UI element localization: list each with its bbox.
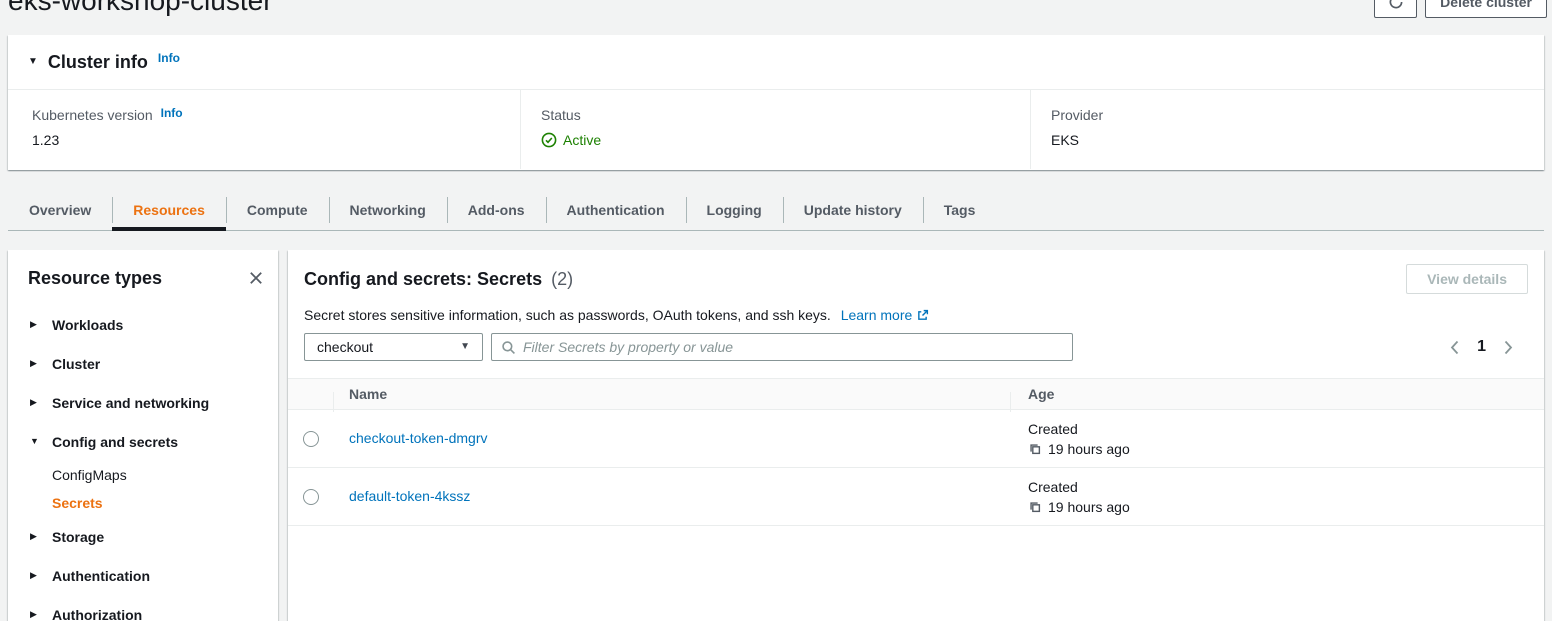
sidebar-item-secrets[interactable]: Secrets xyxy=(8,489,278,517)
secrets-panel: Config and secrets: Secrets (2) View det… xyxy=(288,250,1544,621)
cluster-info-card: ▼ Cluster info Info Kubernetes version I… xyxy=(8,35,1544,170)
kubernetes-version-value: 1.23 xyxy=(32,131,520,149)
tab-resources[interactable]: Resources xyxy=(112,190,226,230)
caret-right-icon: ▶ xyxy=(30,571,40,580)
resource-types-title: Resource types xyxy=(28,268,162,288)
search-icon xyxy=(501,340,516,355)
provider-field: Provider EKS xyxy=(1030,90,1544,169)
search-input[interactable] xyxy=(523,339,1063,355)
tab-compute[interactable]: Compute xyxy=(226,190,329,230)
close-icon xyxy=(248,270,264,286)
resource-types-panel: Resource types ▶ Workloads ▶ Cluster ▶ S… xyxy=(8,250,278,621)
kubernetes-version-field: Kubernetes version Info 1.23 xyxy=(8,90,520,169)
column-header-name[interactable]: Name xyxy=(333,386,1010,402)
tab-add-ons[interactable]: Add-ons xyxy=(447,190,546,230)
caret-down-icon: ▼ xyxy=(30,437,40,446)
sidebar-item-storage[interactable]: ▶ Storage xyxy=(8,517,278,556)
caret-right-icon: ▶ xyxy=(30,532,40,541)
next-page-button[interactable] xyxy=(1503,340,1514,355)
age-created-label: Created xyxy=(1028,479,1544,495)
table-row: default-token-4kssz Created 19 hours ago xyxy=(288,468,1544,526)
copy-icon[interactable] xyxy=(1028,442,1042,456)
age-created-label: Created xyxy=(1028,421,1544,437)
age-value: 19 hours ago xyxy=(1048,441,1130,457)
age-value: 19 hours ago xyxy=(1048,499,1130,515)
pagination: 1 xyxy=(1449,338,1528,356)
sidebar-item-workloads[interactable]: ▶ Workloads xyxy=(8,305,278,344)
status-active-icon xyxy=(541,132,557,148)
cluster-info-body: Kubernetes version Info 1.23 Status Acti… xyxy=(8,90,1544,169)
tab-tags[interactable]: Tags xyxy=(923,190,997,230)
dropdown-caret-icon: ▼ xyxy=(460,342,470,352)
status-field: Status Active xyxy=(520,90,1030,169)
close-panel-button[interactable] xyxy=(246,268,266,288)
cluster-info-info-link[interactable]: Info xyxy=(158,51,180,65)
filter-type-dropdown[interactable]: checkout ▼ xyxy=(304,333,483,361)
provider-value: EKS xyxy=(1051,131,1544,149)
external-link-icon xyxy=(916,309,929,322)
page-title: eks-workshop-cluster xyxy=(8,0,273,18)
secret-name-link[interactable]: default-token-4kssz xyxy=(349,488,470,504)
tab-update-history[interactable]: Update history xyxy=(783,190,923,230)
caret-right-icon: ▶ xyxy=(30,320,40,329)
sidebar-item-config-and-secrets[interactable]: ▼ Config and secrets xyxy=(8,422,278,461)
view-details-button[interactable]: View details xyxy=(1406,264,1528,294)
table-row: checkout-token-dmgrv Created 19 hours ag… xyxy=(288,410,1544,468)
status-label: Status xyxy=(541,106,581,124)
kubernetes-version-info-link[interactable]: Info xyxy=(161,104,183,122)
cluster-tabs: Overview Resources Compute Networking Ad… xyxy=(8,190,1544,231)
panel-heading: Config and secrets: Secrets (2) xyxy=(304,268,573,290)
sidebar-item-authorization[interactable]: ▶ Authorization xyxy=(8,595,278,621)
caret-right-icon: ▶ xyxy=(30,610,40,619)
table-header-row: Name Age xyxy=(288,378,1544,410)
header-actions: Delete cluster xyxy=(1374,0,1547,18)
sidebar-item-authentication[interactable]: ▶ Authentication xyxy=(8,556,278,595)
learn-more-link[interactable]: Learn more xyxy=(841,307,913,323)
column-header-age[interactable]: Age xyxy=(1010,386,1544,402)
delete-cluster-button[interactable]: Delete cluster xyxy=(1425,0,1547,18)
secrets-table: Name Age checkout-token-dmgrv Created xyxy=(288,378,1544,526)
tab-networking[interactable]: Networking xyxy=(329,190,447,230)
previous-page-button[interactable] xyxy=(1449,340,1460,355)
filter-type-selected: checkout xyxy=(317,339,373,355)
panel-description: Secret stores sensitive information, suc… xyxy=(304,306,1528,324)
caret-right-icon: ▶ xyxy=(30,359,40,368)
refresh-button[interactable] xyxy=(1374,0,1417,18)
sidebar-item-cluster[interactable]: ▶ Cluster xyxy=(8,344,278,383)
tab-authentication[interactable]: Authentication xyxy=(546,190,686,230)
copy-icon[interactable] xyxy=(1028,500,1042,514)
provider-label: Provider xyxy=(1051,106,1103,124)
secrets-search[interactable] xyxy=(491,333,1073,361)
sidebar-item-service-and-networking[interactable]: ▶ Service and networking xyxy=(8,383,278,422)
secret-name-link[interactable]: checkout-token-dmgrv xyxy=(349,430,488,446)
secrets-count: (2) xyxy=(551,269,573,289)
status-value: Active xyxy=(563,131,601,149)
tab-overview[interactable]: Overview xyxy=(8,190,112,230)
row-radio-button[interactable] xyxy=(303,431,319,447)
caret-right-icon: ▶ xyxy=(30,398,40,407)
current-page[interactable]: 1 xyxy=(1477,338,1486,356)
caret-down-icon: ▼ xyxy=(28,57,38,67)
sidebar-item-configmaps[interactable]: ConfigMaps xyxy=(8,461,278,489)
row-radio-button[interactable] xyxy=(303,489,319,505)
cluster-info-expander[interactable]: ▼ Cluster info Info xyxy=(8,35,1544,90)
kubernetes-version-label: Kubernetes version xyxy=(32,106,153,124)
refresh-icon xyxy=(1388,0,1404,10)
tab-logging[interactable]: Logging xyxy=(686,190,783,230)
cluster-info-title: Cluster info xyxy=(48,52,148,73)
